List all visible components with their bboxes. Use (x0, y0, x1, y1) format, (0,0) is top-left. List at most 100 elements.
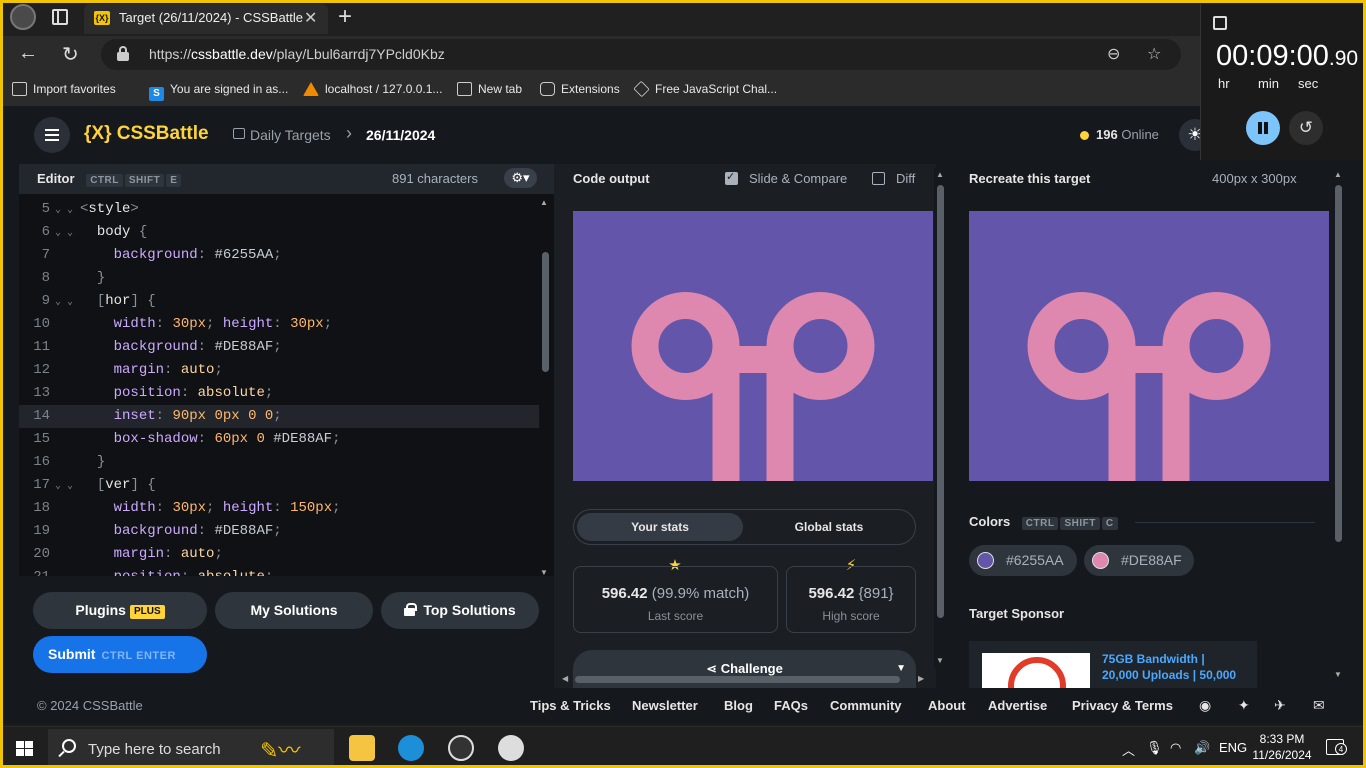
edge-browser-icon[interactable] (398, 735, 424, 761)
lock-icon[interactable] (117, 46, 129, 61)
fav-localhost[interactable]: localhost / 127.0.0.1... (303, 82, 442, 96)
zoom-out-icon[interactable]: ⊖ (1107, 44, 1120, 64)
code-line[interactable]: 7 background: #6255AA; (19, 244, 539, 267)
fold-chevron-icon[interactable]: ⌄ ⌄ (50, 475, 80, 498)
slide-compare-label[interactable]: Slide & Compare (749, 171, 847, 186)
fold-chevron-icon[interactable]: ⌄ ⌄ (50, 222, 80, 245)
footer-link-blog[interactable]: Blog (724, 698, 753, 713)
code-line[interactable]: 20 margin: auto; (19, 543, 539, 566)
scroll-up-icon[interactable]: ▲ (540, 198, 548, 207)
footer-link-advertise[interactable]: Advertise (988, 698, 1047, 713)
favorite-star-icon[interactable]: ☆ (1147, 44, 1161, 64)
editor-settings-gear-icon[interactable]: ⚙▾ (504, 168, 537, 188)
scroll-up-icon[interactable]: ▲ (936, 170, 944, 179)
twitter-icon[interactable]: ✈ (1274, 697, 1286, 714)
code-line[interactable]: 6 ⌄ ⌄ body { (19, 221, 539, 244)
taskbar-search[interactable]: Type here to search ✎〰 (48, 729, 334, 767)
sponsor-card[interactable]: 75GB Bandwidth | 20,000 Uploads | 50,000 (969, 641, 1257, 688)
reset-button[interactable]: ↺ (1289, 111, 1323, 145)
diff-label[interactable]: Diff (896, 171, 915, 186)
volume-icon[interactable]: 🔊 (1194, 740, 1210, 756)
tray-chevron-up-icon[interactable]: ︿ (1122, 740, 1135, 759)
code-line[interactable]: 21 position: absolute; (19, 566, 539, 576)
my-solutions-button[interactable]: My Solutions (215, 592, 373, 629)
output-hscroll-thumb[interactable] (575, 676, 900, 683)
submit-button[interactable]: Submit CTRL ENTER (33, 636, 207, 673)
mail-icon[interactable]: ✉ (1313, 697, 1325, 714)
footer-link-privacy[interactable]: Privacy & Terms (1072, 698, 1173, 713)
scroll-down-icon[interactable]: ▼ (936, 656, 944, 665)
editor-scrollbar[interactable]: ▲ ▼ (540, 198, 552, 578)
tab-actions-icon[interactable] (52, 9, 68, 25)
footer-link-tips[interactable]: Tips & Tricks (530, 698, 611, 713)
footer-link-faqs[interactable]: FAQs (774, 698, 808, 713)
new-tab-icon[interactable]: + (338, 3, 352, 31)
scroll-down-icon[interactable]: ▼ (1334, 670, 1342, 679)
tab-your-stats[interactable]: Your stats (577, 513, 743, 541)
code-line[interactable]: 13 position: absolute; (19, 382, 539, 405)
fold-chevron-icon[interactable]: ⌄ ⌄ (50, 291, 80, 314)
plugins-button[interactable]: Plugins PLUS (33, 592, 207, 629)
target-scroll-thumb[interactable] (1335, 185, 1342, 542)
code-line[interactable]: 14 inset: 90px 0px 0 0; (19, 405, 539, 428)
cssbattle-logo[interactable]: {X} CSSBattle (84, 123, 209, 145)
scroll-up-icon[interactable]: ▲ (1334, 170, 1342, 179)
pause-button[interactable] (1246, 111, 1280, 145)
hamburger-menu-button[interactable] (34, 117, 70, 153)
microphone-icon[interactable]: 🎙 (1146, 740, 1163, 756)
scroll-left-icon[interactable]: ◀ (562, 674, 568, 683)
target-scrollbar[interactable]: ▲ ▼ (1332, 168, 1344, 688)
sponsor-logo[interactable] (982, 653, 1090, 688)
slide-compare-checkbox[interactable] (725, 170, 738, 185)
tab-global-stats[interactable]: Global stats (746, 513, 912, 541)
footer-link-newsletter[interactable]: Newsletter (632, 698, 698, 713)
editor-scroll-thumb[interactable] (542, 252, 549, 372)
output-horizontal-scrollbar[interactable]: ◀ ▶ (560, 672, 930, 686)
code-line[interactable]: 11 background: #DE88AF; (19, 336, 539, 359)
fav-new-tab[interactable]: New tab (457, 82, 522, 96)
output-canvas[interactable] (573, 211, 933, 481)
tab-close-icon[interactable]: ✕ (304, 8, 317, 28)
code-line[interactable]: 5 ⌄ ⌄ <style> (19, 198, 539, 221)
code-line[interactable]: 10 width: 30px; height: 30px; (19, 313, 539, 336)
output-scroll-thumb[interactable] (937, 185, 944, 618)
fav-import-favorites[interactable]: Import favorites (12, 82, 116, 96)
output-scrollbar[interactable]: ▲ ▼ (934, 168, 946, 668)
code-line[interactable]: 8 } (19, 267, 539, 290)
diff-checkbox[interactable] (872, 172, 885, 185)
code-line[interactable]: 16 } (19, 451, 539, 474)
clock-app-icon[interactable] (498, 735, 524, 761)
language-indicator[interactable]: ENG (1219, 740, 1247, 755)
code-line[interactable]: 17 ⌄ ⌄ [ver] { (19, 474, 539, 497)
fav-free-js-challenges[interactable]: Free JavaScript Chal... (633, 80, 777, 98)
code-editor[interactable]: 5 ⌄ ⌄ <style> 6 ⌄ ⌄ body {7 background: #625… (19, 194, 554, 576)
wifi-icon[interactable]: ◠ (1170, 740, 1181, 756)
windows-start-icon[interactable] (16, 741, 33, 757)
discord-icon[interactable]: ◉ (1199, 697, 1211, 714)
code-line[interactable]: 18 width: 30px; height: 150px; (19, 497, 539, 520)
back-arrow-icon[interactable]: ← (18, 42, 38, 65)
fold-chevron-icon[interactable]: ⌄ ⌄ (50, 199, 80, 222)
expand-icon[interactable] (1213, 16, 1227, 30)
code-line[interactable]: 9 ⌄ ⌄ [hor] { (19, 290, 539, 313)
fav-signed-in[interactable]: S You are signed in as... (149, 82, 288, 101)
scroll-right-icon[interactable]: ▶ (918, 674, 924, 683)
file-explorer-icon[interactable] (349, 735, 375, 761)
taskbar-clock[interactable]: 8:33 PM 11/26/2024 (1252, 731, 1312, 763)
breadcrumb-daily-targets[interactable]: Daily Targets (250, 127, 331, 143)
url-text[interactable]: https://cssbattle.dev/play/Lbul6arrdj7YP… (149, 46, 445, 62)
obs-recorder-icon[interactable] (448, 735, 474, 761)
code-line[interactable]: 12 margin: auto; (19, 359, 539, 382)
code-line[interactable]: 19 background: #DE88AF; (19, 520, 539, 543)
top-solutions-button[interactable]: Top Solutions (381, 592, 539, 629)
code-line[interactable]: 15 box-shadow: 60px 0 #DE88AF; (19, 428, 539, 451)
browser-tab[interactable]: {X} Target (26/11/2024) - CSSBattle ✕ (84, 4, 328, 34)
footer-link-community[interactable]: Community (830, 698, 902, 713)
refresh-icon[interactable]: ↻ (62, 42, 79, 67)
bluesky-icon[interactable]: ✦ (1238, 697, 1250, 714)
color-swatch-pink[interactable]: #DE88AF (1084, 545, 1194, 576)
footer-link-about[interactable]: About (928, 698, 966, 713)
fav-extensions[interactable]: Extensions (540, 82, 620, 96)
sponsor-text[interactable]: 75GB Bandwidth | 20,000 Uploads | 50,000 (1102, 651, 1236, 683)
notifications-icon[interactable]: 4 (1326, 739, 1347, 755)
